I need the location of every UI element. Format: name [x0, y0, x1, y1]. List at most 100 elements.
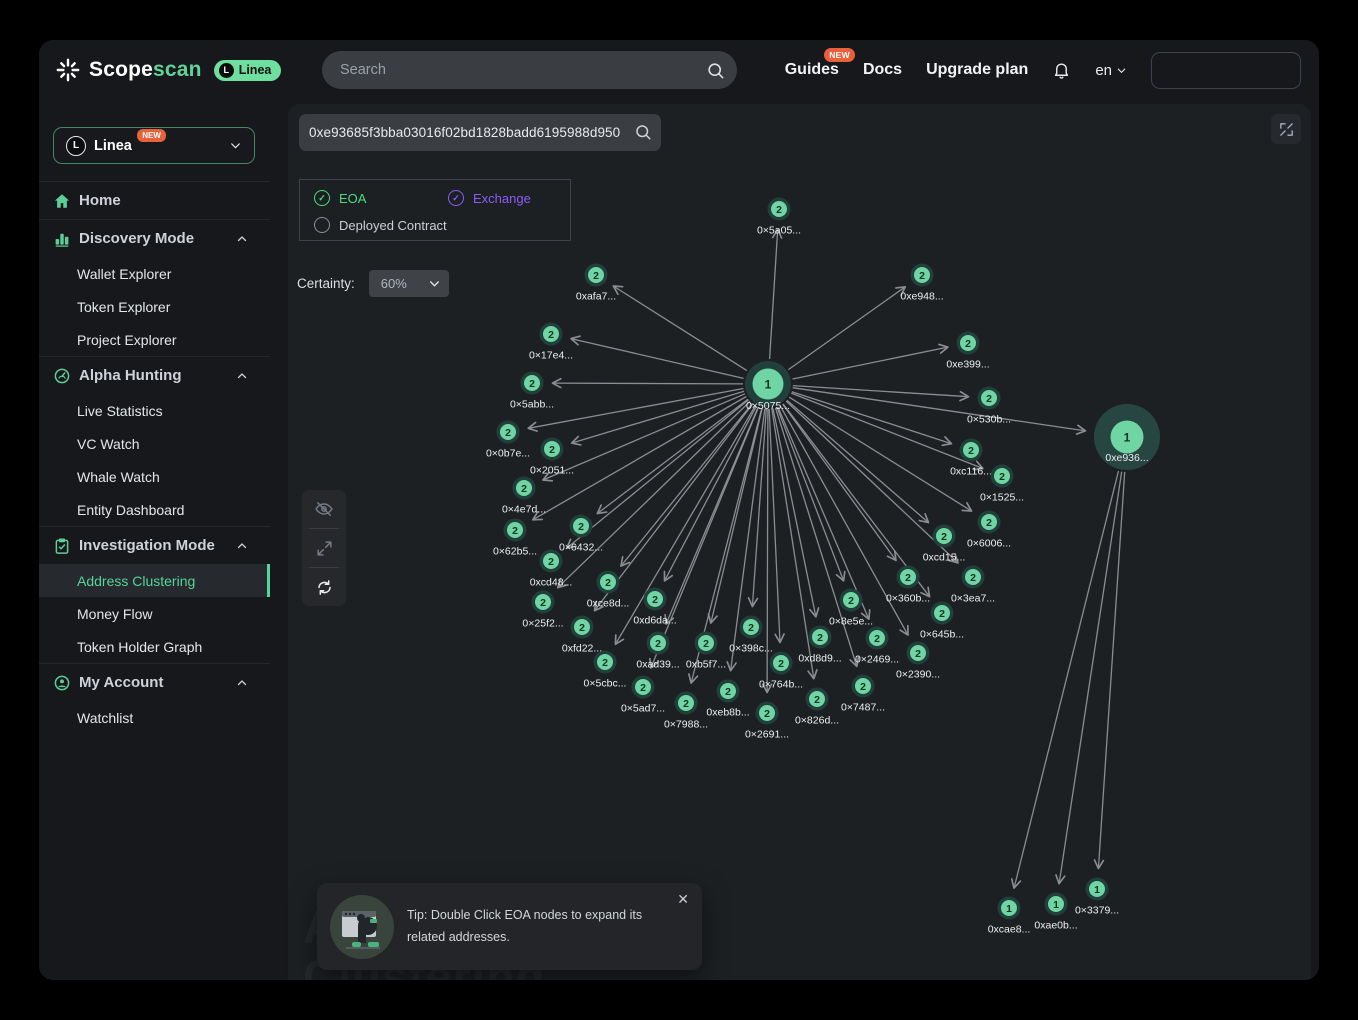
- network-new-badge: NEW: [137, 129, 166, 142]
- refresh-button[interactable]: [302, 568, 346, 606]
- graph-node-label: 0×398c...: [729, 643, 773, 655]
- node-value: 2: [860, 681, 866, 693]
- node-value: 2: [640, 682, 646, 694]
- language-selector[interactable]: en: [1095, 62, 1127, 79]
- sidebar-section-home[interactable]: Home: [39, 182, 270, 219]
- notification-bell-icon[interactable]: [1052, 61, 1071, 80]
- sidebar-section-my-account[interactable]: My Account: [39, 664, 270, 701]
- chevron-up-icon: [236, 233, 248, 245]
- node-value: 2: [549, 444, 555, 456]
- search-input[interactable]: [322, 62, 706, 78]
- graph-node-label: 0xeb8b...: [706, 707, 749, 719]
- account-icon: [53, 674, 71, 692]
- fullscreen-icon: [1278, 121, 1295, 138]
- graph-node-label: 0×2469...: [855, 654, 899, 666]
- node-value: 2: [748, 622, 754, 634]
- graph-node-label: 0xcae8...: [988, 924, 1031, 936]
- fullscreen-button[interactable]: [1271, 114, 1301, 144]
- tip-text: Tip: Double Click EOA nodes to expand it…: [407, 905, 676, 949]
- node-value: 2: [814, 694, 820, 706]
- alpha-icon: [53, 367, 71, 385]
- sidebar-item-address-clustering[interactable]: Address Clustering: [39, 564, 270, 597]
- node-value: 2: [505, 427, 511, 439]
- graph-node[interactable]: 10xe936...: [1094, 404, 1160, 470]
- linea-logo-icon: L: [66, 136, 86, 156]
- network-select-dropdown[interactable]: L Linea NEW: [53, 127, 255, 164]
- wallet-connect-button[interactable]: [1151, 52, 1301, 89]
- refresh-icon: [315, 578, 334, 597]
- fit-view-button[interactable]: [302, 529, 346, 567]
- logo[interactable]: Scopescan L Linea: [39, 57, 281, 83]
- graph-node-label: 0×5abb...: [510, 399, 554, 411]
- tip-toast: Tip: Double Click EOA nodes to expand it…: [317, 883, 702, 970]
- node-value: 1: [1124, 430, 1131, 444]
- sidebar-section-alpha-hunting[interactable]: Alpha Hunting: [39, 357, 270, 394]
- exchange-check-icon: ✓: [448, 190, 464, 206]
- sidebar-item-whale-watch[interactable]: Whale Watch: [39, 460, 270, 493]
- graph-node-label: 0xce8d...: [587, 598, 630, 610]
- node-value: 2: [764, 708, 770, 720]
- graph-node-label: 0×1525...: [980, 492, 1024, 504]
- graph-node-label: 0×2390...: [896, 669, 940, 681]
- network-badge[interactable]: L Linea: [214, 60, 282, 81]
- sidebar-item-token-holder-graph[interactable]: Token Holder Graph: [39, 630, 270, 663]
- node-value: 2: [778, 658, 784, 670]
- legend-exchange[interactable]: ✓ Exchange: [448, 190, 531, 206]
- sidebar-item-project-explorer[interactable]: Project Explorer: [39, 323, 270, 356]
- upgrade-plan-link[interactable]: Upgrade plan: [926, 61, 1028, 79]
- guides-link[interactable]: GuidesNEW: [785, 61, 839, 79]
- node-value: 2: [579, 622, 585, 634]
- node-value: 2: [540, 597, 546, 609]
- node-value: 2: [999, 471, 1005, 483]
- node-value: 2: [874, 633, 880, 645]
- sidebar-section-discovery-mode[interactable]: Discovery Mode: [39, 220, 270, 257]
- node-value: 2: [915, 648, 921, 660]
- sidebar-section-investigation-mode[interactable]: Investigation Mode: [39, 527, 270, 564]
- hide-labels-button[interactable]: [302, 490, 346, 528]
- legend-deployed-contract[interactable]: Deployed Contract: [314, 217, 570, 233]
- node-value: 2: [683, 698, 689, 710]
- header: Scopescan L Linea GuidesNEW Docs Upgrade…: [39, 40, 1319, 100]
- certainty-dropdown[interactable]: 60%: [369, 270, 449, 297]
- graph-node-label: 0×7487...: [841, 702, 885, 714]
- graph-node-label: 0×5ad7...: [621, 703, 665, 715]
- tip-illustration: [330, 895, 394, 959]
- legend-eoa[interactable]: ✓ EOA: [314, 190, 448, 206]
- sidebar-item-watchlist[interactable]: Watchlist: [39, 701, 270, 734]
- sidebar-item-wallet-explorer[interactable]: Wallet Explorer: [39, 257, 270, 290]
- graph-node-label: 0xb5f7...: [686, 659, 726, 671]
- node-value: 2: [986, 393, 992, 405]
- sidebar: L Linea NEW HomeDiscovery ModeWallet Exp…: [39, 100, 270, 980]
- graph-node-label: 0xe399...: [946, 359, 989, 371]
- sidebar-item-entity-dashboard[interactable]: Entity Dashboard: [39, 493, 270, 526]
- sidebar-item-token-explorer[interactable]: Token Explorer: [39, 290, 270, 323]
- scopescan-logo-icon: [55, 57, 81, 83]
- node-value: 2: [970, 572, 976, 584]
- node-value: 2: [725, 686, 731, 698]
- close-icon[interactable]: ✕: [677, 892, 689, 906]
- global-search[interactable]: [322, 51, 737, 89]
- sidebar-item-vc-watch[interactable]: VC Watch: [39, 427, 270, 460]
- graph-node-label: 0×0b7e...: [486, 448, 530, 460]
- certainty-control: Certainty: 60%: [297, 270, 449, 297]
- graph-node-label: 0×62b5...: [493, 546, 537, 558]
- graph-node-label: 0×645b...: [920, 629, 964, 641]
- graph-node-label: 0×5075...: [746, 400, 790, 412]
- address-input[interactable]: [299, 114, 661, 151]
- chevron-down-icon: [1116, 65, 1127, 76]
- search-icon[interactable]: [634, 123, 652, 141]
- sidebar-item-money-flow[interactable]: Money Flow: [39, 597, 270, 630]
- graph-node-label: 0×360b...: [886, 593, 930, 605]
- network-select-label: Linea NEW: [94, 138, 132, 154]
- discovery-icon: [53, 230, 71, 248]
- node-value: 2: [703, 638, 709, 650]
- sidebar-item-live-statistics[interactable]: Live Statistics: [39, 394, 270, 427]
- node-value: 1: [1053, 899, 1059, 911]
- graph-node-label: 0×6432...: [559, 542, 603, 554]
- graph-node[interactable]: 10×5075...: [745, 361, 791, 412]
- node-value: 2: [512, 525, 518, 537]
- graph-node-label: 0×3ea7...: [951, 593, 995, 605]
- docs-link[interactable]: Docs: [863, 61, 902, 79]
- app-window: Scopescan L Linea GuidesNEW Docs Upgrade…: [39, 40, 1319, 980]
- header-right: GuidesNEW Docs Upgrade plan en: [785, 40, 1301, 100]
